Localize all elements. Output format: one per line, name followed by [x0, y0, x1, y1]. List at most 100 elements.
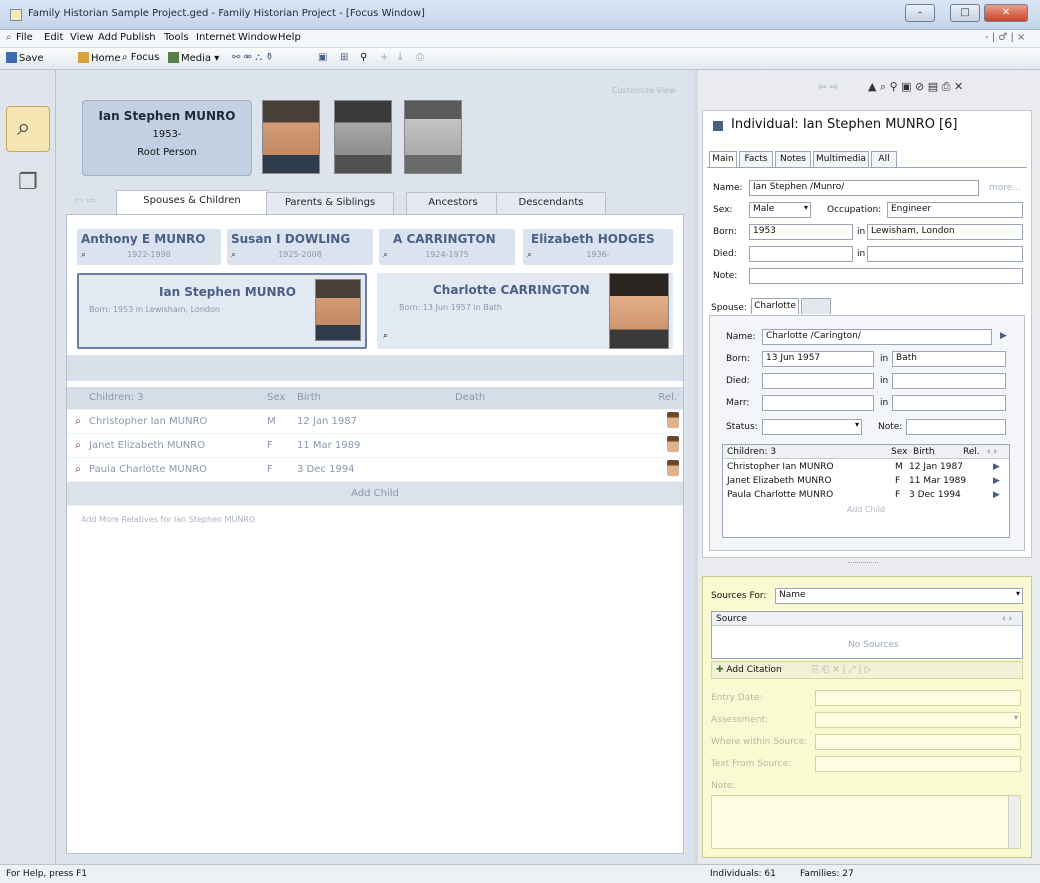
- focus-icon[interactable]: ⌕: [67, 457, 89, 482]
- menu-file[interactable]: File: [16, 32, 33, 43]
- home-button[interactable]: Home: [78, 52, 121, 64]
- pane-toolbar-icons[interactable]: ▲ ⌕ ⚲ ▣ ⊘ ▤ ⎙ ✕: [868, 80, 963, 94]
- col-sex[interactable]: Sex: [891, 447, 907, 457]
- spouse-name-field[interactable]: Charlotte /Carington/: [762, 329, 992, 345]
- focus-icon[interactable]: ⌕: [67, 433, 89, 458]
- photo-child[interactable]: [334, 100, 392, 174]
- more-link[interactable]: more...: [989, 183, 1021, 193]
- menu-tools[interactable]: Tools: [164, 32, 189, 43]
- photo-toddler[interactable]: [404, 100, 462, 174]
- list-item[interactable]: Paula Charlotte MUNRO F 3 Dec 1994 ▶: [723, 489, 1009, 503]
- tab-descendants[interactable]: Descendants: [496, 192, 606, 214]
- pane-nav-icons[interactable]: ⇦ ⇨: [818, 82, 838, 93]
- col-name[interactable]: Children: 3: [727, 447, 776, 457]
- citation-tools-icons[interactable]: ⎘ ⎗ ✕ | ⤢ | ▷: [812, 665, 871, 675]
- focus-icon[interactable]: ⌕: [67, 409, 89, 434]
- parent-card-4[interactable]: Elizabeth HODGES 1936- ⌕: [523, 229, 673, 265]
- tab-spouse-charlotte[interactable]: Charlotte: [751, 298, 799, 314]
- spouse-died-place[interactable]: [892, 373, 1006, 389]
- app-icon[interactable]: [10, 9, 22, 21]
- focus-view-button[interactable]: ⌕: [6, 106, 50, 152]
- table-row[interactable]: ⌕ Christopher Ian MUNRO M 12 Jan 1987: [67, 409, 683, 434]
- col-name[interactable]: Children: 3: [89, 387, 267, 410]
- menu-add[interactable]: Add: [98, 32, 117, 43]
- tab-parents-siblings[interactable]: Parents & Siblings: [266, 192, 394, 214]
- tab-all[interactable]: All: [871, 151, 897, 167]
- root-person-card[interactable]: Ian Stephen MUNRO 1953- Root Person: [82, 100, 252, 176]
- couple-card-spouse[interactable]: Charlotte CARRINGTON Born: 13 Jun 1957 i…: [377, 273, 673, 349]
- died-place-field[interactable]: [867, 246, 1023, 262]
- add-more-relatives-link[interactable]: Add More Relatives for Ian Stephen MUNRO: [81, 515, 255, 524]
- focus-icon[interactable]: ⌕: [383, 250, 388, 260]
- tab-main[interactable]: Main: [709, 151, 737, 167]
- history-nav-icons[interactable]: ⇦ ⇨: [74, 194, 96, 207]
- scroll-arrows-icon[interactable]: ‹ ›: [1002, 614, 1012, 624]
- go-to-child-icon[interactable]: ▶: [993, 462, 1000, 472]
- menu-internet[interactable]: Internet: [196, 32, 236, 43]
- media-button[interactable]: Media ▾: [168, 52, 219, 64]
- print-icon[interactable]: ⎙: [416, 52, 424, 63]
- menu-edit[interactable]: Edit: [44, 32, 63, 43]
- tab-notes[interactable]: Notes: [775, 151, 811, 167]
- marriage-row[interactable]: [67, 355, 683, 381]
- parent-card-2[interactable]: Susan I DOWLING 1925-2008 ⌕: [227, 229, 373, 265]
- focus-button[interactable]: ⌕ Focus: [122, 52, 159, 63]
- chart-icons[interactable]: ⚯ ⚮ ⛬ ⚱: [232, 52, 274, 63]
- col-source[interactable]: Source: [716, 614, 747, 624]
- go-to-child-icon[interactable]: ▶: [993, 476, 1000, 486]
- col-sex[interactable]: Sex: [267, 387, 297, 410]
- focus-icon[interactable]: ⌕: [81, 250, 86, 260]
- mdi-controls[interactable]: - | ♂ | ×: [985, 32, 1025, 43]
- tab-multimedia[interactable]: Multimedia: [813, 151, 869, 167]
- col-death[interactable]: Death: [455, 387, 615, 410]
- name-field[interactable]: Ian Stephen /Munro/: [749, 180, 979, 196]
- occupation-field[interactable]: Engineer: [887, 202, 1023, 218]
- tab-facts[interactable]: Facts: [739, 151, 773, 167]
- table-row[interactable]: ⌕ Paula Charlotte MUNRO F 3 Dec 1994: [67, 457, 683, 482]
- menu-window[interactable]: Window: [238, 32, 277, 43]
- tab-spouses-children[interactable]: Spouses & Children: [116, 190, 268, 214]
- parent-card-1[interactable]: Anthony E MUNRO 1922-1998 ⌕: [77, 229, 221, 265]
- table-row[interactable]: ⌕ Janet Elizabeth MUNRO F 11 Mar 1989: [67, 433, 683, 458]
- go-to-child-icon[interactable]: ▶: [993, 490, 1000, 500]
- tree-icon[interactable]: ⊞: [340, 52, 348, 63]
- close-button[interactable]: ✕: [984, 4, 1028, 22]
- died-date-field[interactable]: [749, 246, 853, 262]
- tab-new-spouse[interactable]: [801, 298, 831, 314]
- col-birth[interactable]: Birth: [913, 447, 935, 457]
- records-view-button[interactable]: ❐: [6, 162, 50, 208]
- note-field[interactable]: [749, 268, 1023, 284]
- binoculars-icon[interactable]: ⚲: [360, 52, 367, 63]
- focus-icon[interactable]: ⌕: [231, 250, 236, 260]
- sources-for-select[interactable]: Name ▾: [775, 588, 1023, 604]
- arrow-down-icon[interactable]: ↓: [396, 52, 404, 63]
- go-to-spouse-icon[interactable]: ▶: [1000, 331, 1007, 341]
- spouse-born-date[interactable]: 13 Jun 1957: [762, 351, 874, 367]
- menu-view[interactable]: View: [70, 32, 94, 43]
- col-rel[interactable]: Rel.: [615, 387, 683, 410]
- col-rel[interactable]: Rel.: [963, 447, 980, 457]
- diagram-icon[interactable]: ▣: [318, 52, 327, 63]
- menu-help[interactable]: Help: [278, 32, 301, 43]
- where-field[interactable]: [815, 734, 1021, 750]
- entry-date-field[interactable]: [815, 690, 1021, 706]
- spouse-note-field[interactable]: [906, 419, 1006, 435]
- add-icon[interactable]: +: [380, 52, 388, 63]
- menu-publish[interactable]: Publish: [120, 32, 156, 43]
- pane-splitter[interactable]: [694, 70, 698, 864]
- customize-view-link[interactable]: Customize View: [612, 86, 676, 95]
- spouse-born-place[interactable]: Bath: [892, 351, 1006, 367]
- parent-card-3[interactable]: A CARRINGTON 1924-1975 ⌕: [379, 229, 515, 265]
- born-date-field[interactable]: 1953: [749, 224, 853, 240]
- born-place-field[interactable]: Lewisham, London: [867, 224, 1023, 240]
- status-select[interactable]: ▾: [762, 419, 862, 435]
- minimize-button[interactable]: –: [905, 4, 935, 22]
- save-button[interactable]: Save: [6, 52, 44, 64]
- add-child-button[interactable]: Add Child: [723, 505, 1009, 519]
- focus-icon[interactable]: ⌕: [527, 250, 532, 260]
- couple-card-root[interactable]: Ian Stephen MUNRO Born: 1953 in Lewisham…: [77, 273, 367, 349]
- spouse-died-date[interactable]: [762, 373, 874, 389]
- list-item[interactable]: Christopher Ian MUNRO M 12 Jan 1987 ▶: [723, 461, 1009, 475]
- marriage-date[interactable]: [762, 395, 874, 411]
- menu-search-icon[interactable]: ⌕: [6, 32, 12, 43]
